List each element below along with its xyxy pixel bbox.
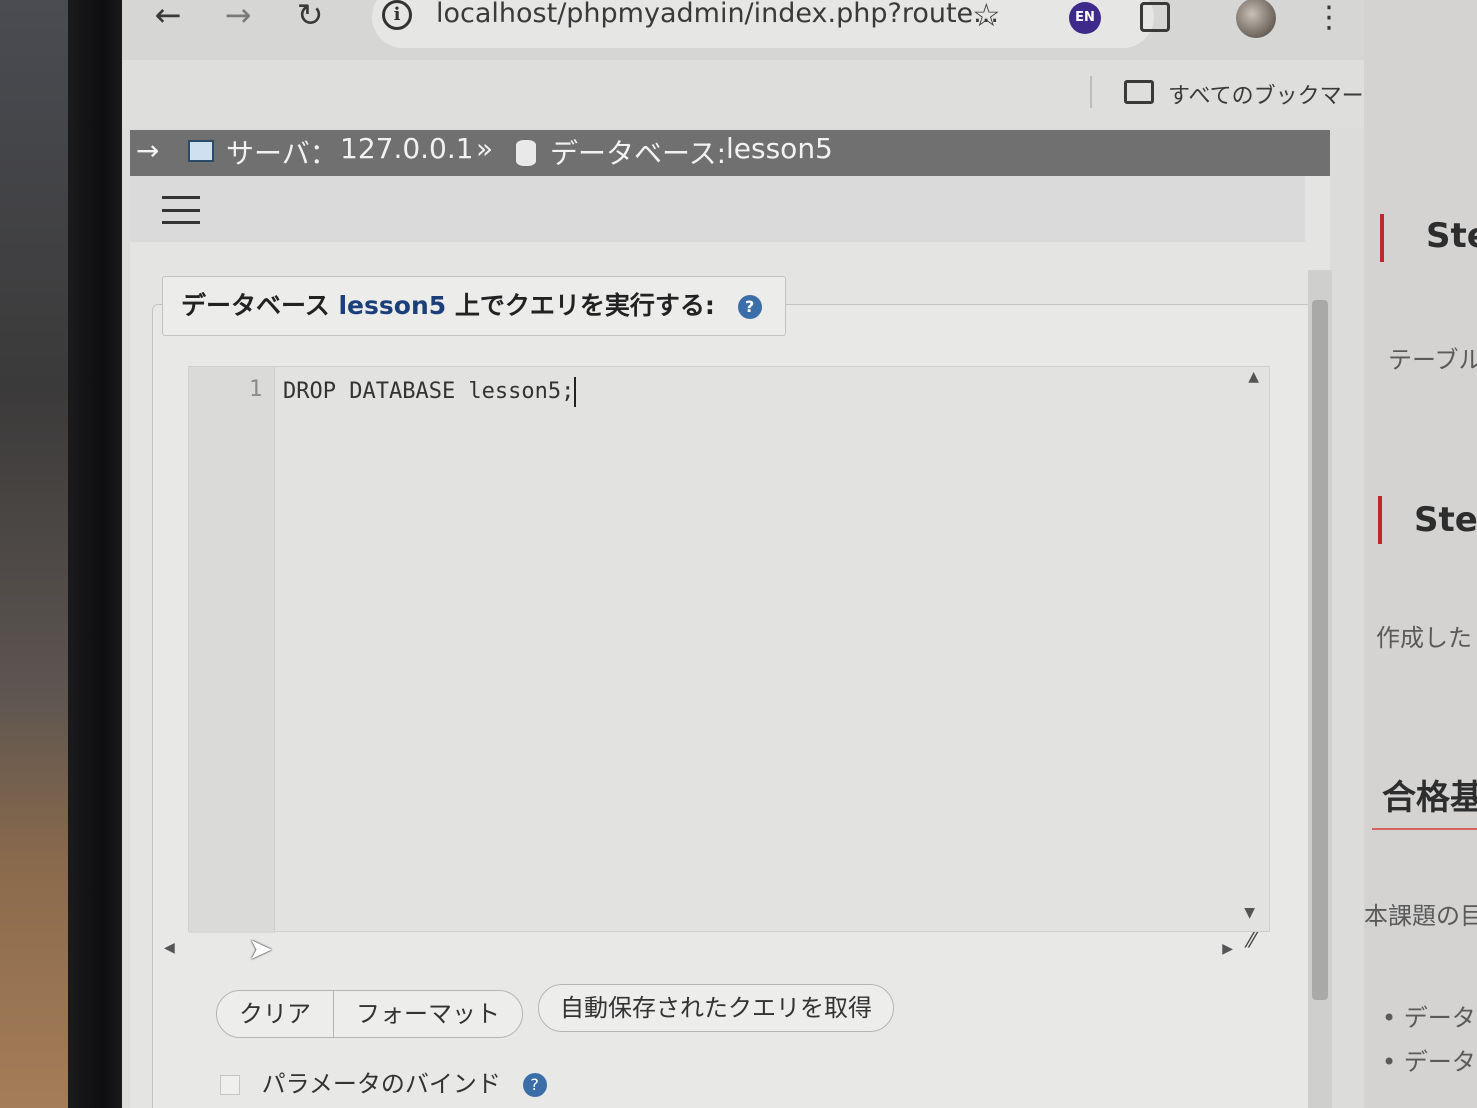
language-extension-icon[interactable]: EN bbox=[1069, 2, 1101, 34]
bind-parameters-row: パラメータのバインド ? bbox=[220, 1064, 547, 1099]
scroll-right-arrow-icon[interactable]: ▶ bbox=[1222, 941, 1233, 957]
format-button[interactable]: フォーマット bbox=[333, 990, 523, 1038]
collapse-arrow-icon[interactable]: → bbox=[136, 134, 159, 167]
line-gutter: 1 bbox=[189, 367, 275, 933]
browser-window: ← → ↻ i localhost/phpmyadmin/index.php?r… bbox=[122, 0, 1364, 1108]
forward-arrow-icon[interactable]: → bbox=[216, 0, 260, 34]
browser-toolbar: ← → ↻ i localhost/phpmyadmin/index.php?r… bbox=[122, 0, 1364, 60]
section-text-3: 本課題の目 bbox=[1364, 902, 1477, 930]
url-text[interactable]: localhost/phpmyadmin/index.php?route... bbox=[436, 0, 999, 29]
heading-underline bbox=[1372, 828, 1477, 830]
scroll-down-arrow-icon[interactable]: ▼ bbox=[1244, 905, 1255, 921]
scroll-up-arrow-icon[interactable]: ▲ bbox=[1248, 369, 1259, 385]
section-text-1: テーブル bbox=[1388, 346, 1477, 374]
breadcrumb: → サーバ： 127.0.0.1 » データベース: lesson5 bbox=[130, 130, 1330, 176]
section-accent-bar bbox=[1378, 496, 1382, 544]
all-bookmarks-link[interactable]: すべてのブックマーク bbox=[1168, 78, 1364, 110]
scrollbar-thumb[interactable] bbox=[1312, 300, 1328, 1000]
section-text-2: 作成した bbox=[1376, 624, 1472, 652]
site-info-icon[interactable]: i bbox=[382, 0, 412, 30]
database-icon bbox=[516, 140, 536, 166]
bookmark-separator bbox=[1090, 76, 1092, 108]
folder-icon[interactable] bbox=[1124, 80, 1154, 104]
bullet-item-2: • データ bbox=[1382, 1048, 1476, 1076]
hamburger-menu-icon[interactable] bbox=[162, 196, 200, 224]
resize-handle-icon[interactable]: ⁄⁄ bbox=[1248, 928, 1255, 952]
breadcrumb-database-link[interactable]: lesson5 bbox=[726, 132, 833, 165]
bind-help-icon[interactable]: ? bbox=[522, 1073, 547, 1097]
breadcrumb-separator: » bbox=[476, 132, 494, 165]
get-autosaved-query-button[interactable]: 自動保存されたクエリを取得 bbox=[538, 984, 894, 1032]
extensions-puzzle-icon[interactable] bbox=[1140, 2, 1170, 32]
sql-code-line[interactable]: DROP DATABASE lesson5; bbox=[283, 377, 577, 407]
section-heading-2: Ste bbox=[1414, 500, 1477, 540]
query-legend: データベース lesson5 上でクエリを実行する: ? bbox=[162, 276, 786, 336]
profile-avatar[interactable] bbox=[1236, 0, 1276, 38]
browser-menu-icon[interactable]: ⋮ bbox=[1314, 0, 1344, 36]
bookmark-bar: すべてのブックマーク bbox=[122, 60, 1364, 128]
mouse-pointer-icon: ➤ bbox=[248, 932, 274, 967]
bullet-item-1: • データ bbox=[1382, 1004, 1476, 1032]
clear-button[interactable]: クリア bbox=[216, 990, 334, 1038]
section-heading-3: 合格基 bbox=[1382, 778, 1477, 818]
scroll-left-arrow-icon[interactable]: ◀ bbox=[164, 940, 175, 956]
bookmark-star-icon[interactable]: ☆ bbox=[972, 0, 1001, 34]
help-icon[interactable]: ? bbox=[737, 295, 762, 319]
page-scrollbar[interactable] bbox=[1308, 270, 1332, 1108]
phpmyadmin-page: → サーバ： 127.0.0.1 » データベース: lesson5 データベー… bbox=[130, 130, 1332, 1108]
section-accent-bar bbox=[1380, 214, 1384, 262]
bind-parameters-label[interactable]: パラメータのバインド bbox=[262, 1070, 501, 1098]
top-menu-bar bbox=[130, 176, 1305, 242]
sql-editor[interactable]: 1 DROP DATABASE lesson5; ▲ ▼ ▶ bbox=[188, 366, 1270, 957]
bind-parameters-checkbox[interactable] bbox=[220, 1075, 240, 1095]
back-arrow-icon[interactable]: ← bbox=[146, 0, 190, 34]
address-bar[interactable]: i localhost/phpmyadmin/index.php?route..… bbox=[372, 0, 1154, 48]
text-cursor bbox=[574, 377, 577, 407]
monitor-bezel bbox=[68, 0, 126, 1108]
breadcrumb-server-link[interactable]: 127.0.0.1 bbox=[340, 132, 474, 165]
server-icon bbox=[188, 140, 214, 162]
sql-text[interactable]: DROP DATABASE lesson5; bbox=[283, 379, 574, 404]
legend-suffix: 上でクエリを実行する: bbox=[454, 291, 715, 320]
line-number: 1 bbox=[249, 377, 263, 402]
breadcrumb-server-label: サーバ： bbox=[226, 137, 338, 170]
background-document-window: Ste テーブル Ste 作成した 合格基 本課題の目 • データ • データ bbox=[1364, 0, 1477, 1108]
legend-db-name: lesson5 bbox=[338, 291, 447, 320]
breadcrumb-database-label: データベース: bbox=[550, 137, 727, 170]
section-heading-1: Ste bbox=[1426, 216, 1477, 256]
reload-icon[interactable]: ↻ bbox=[288, 0, 332, 34]
legend-prefix: データベース bbox=[181, 291, 330, 320]
